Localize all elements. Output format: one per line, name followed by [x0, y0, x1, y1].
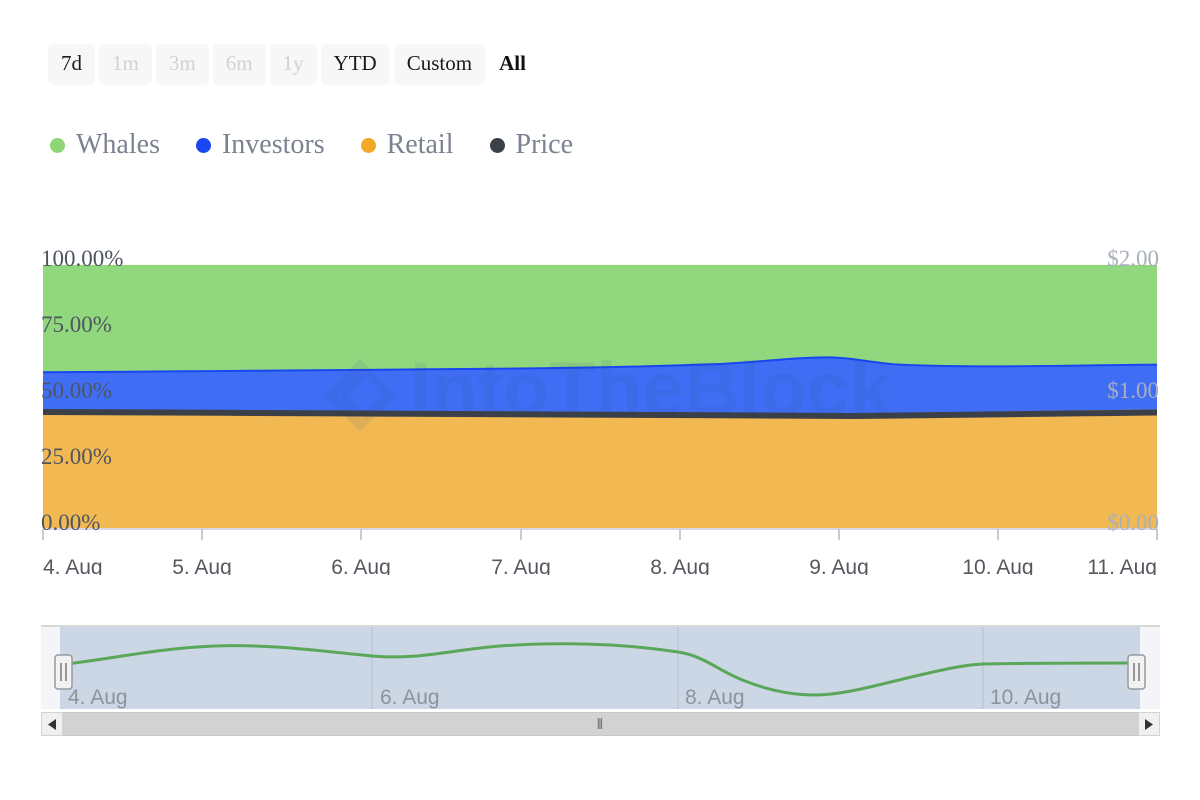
legend-dot-icon	[195, 137, 211, 153]
x-tick-6aug: 6. Aug	[331, 556, 391, 575]
nav-handle-left[interactable]	[54, 654, 73, 690]
y-tick-left-25: 25.00%	[41, 444, 112, 469]
legend-label-whales: Whales	[76, 129, 160, 160]
navigator-label-8aug: 8. Aug	[685, 686, 745, 709]
scrollbar-left-arrow[interactable]	[41, 712, 63, 736]
scrollbar-right-arrow[interactable]	[1138, 712, 1160, 736]
y-tick-left-100: 100.00%	[41, 246, 123, 271]
navigator-label-4aug: 4. Aug	[68, 686, 128, 709]
y-tick-right-2: $2.00	[1107, 246, 1159, 271]
scrollbar-track[interactable]: ⦀	[63, 712, 1138, 736]
legend-item-whales[interactable]: Whales	[50, 131, 160, 159]
triangle-left-icon	[47, 718, 56, 730]
range-button-custom[interactable]: Custom	[393, 44, 486, 85]
nav-handle-right[interactable]	[1127, 654, 1146, 690]
range-button-6m[interactable]: 6m	[212, 44, 266, 85]
chart-svg: IntoTheBlock 100.00% 75.00% 50.00% 25.00…	[41, 246, 1159, 575]
x-tick-9aug: 9. Aug	[809, 556, 869, 575]
legend-label-retail: Retail	[386, 129, 454, 160]
range-selector[interactable]: 7d 1m 3m 6m 1y YTD Custom All	[48, 44, 536, 85]
chart-legend: Whales Investors Retail Price	[50, 131, 573, 159]
range-button-1m[interactable]: 1m	[99, 44, 152, 85]
legend-label-investors: Investors	[221, 129, 325, 160]
navigator-svg: 4. Aug 6. Aug 8. Aug 10. Aug	[41, 625, 1160, 709]
chart-scrollbar[interactable]: ⦀	[41, 712, 1160, 736]
navigator-selection-mask[interactable]	[60, 627, 1140, 709]
x-tick-5aug: 5. Aug	[172, 556, 232, 575]
legend-label-price: Price	[515, 129, 574, 160]
legend-item-price[interactable]: Price	[489, 129, 574, 160]
stacked-area-chart[interactable]: IntoTheBlock 100.00% 75.00% 50.00% 25.00…	[0, 235, 1200, 575]
range-button-3m[interactable]: 3m	[155, 44, 209, 85]
chart-navigator[interactable]: 4. Aug 6. Aug 8. Aug 10. Aug	[0, 618, 1200, 718]
y-tick-left-50: 50.00%	[41, 378, 112, 403]
watermark: IntoTheBlock	[323, 347, 892, 432]
legend-dot-icon	[489, 137, 505, 153]
range-button-all[interactable]: All	[489, 44, 536, 85]
chart-x-axis	[42, 528, 1158, 540]
legend-dot-icon	[50, 137, 65, 153]
x-tick-10aug: 10. Aug	[962, 556, 1033, 575]
y-tick-left-0: 0.00%	[41, 510, 100, 535]
chart-x-tick-labels: 4. Aug 5. Aug 6. Aug 7. Aug 8. Aug 9. Au…	[43, 556, 1157, 575]
navigator-label-6aug: 6. Aug	[380, 686, 440, 709]
x-tick-4aug: 4. Aug	[43, 556, 103, 575]
y-tick-left-75: 75.00%	[41, 312, 112, 337]
scrollbar-grip-icon[interactable]: ⦀	[597, 717, 604, 731]
x-tick-8aug: 8. Aug	[650, 556, 710, 575]
legend-item-investors[interactable]: Investors	[195, 129, 325, 160]
y-tick-right-0: $0.00	[1107, 510, 1159, 535]
x-tick-7aug: 7. Aug	[491, 556, 551, 575]
legend-dot-icon	[360, 137, 376, 153]
navigator-label-10aug: 10. Aug	[990, 686, 1061, 709]
svg-text:IntoTheBlock: IntoTheBlock	[410, 347, 892, 432]
legend-item-retail[interactable]: Retail	[360, 129, 454, 160]
range-button-1y[interactable]: 1y	[269, 44, 317, 85]
triangle-right-icon	[1144, 718, 1153, 730]
range-button-7d[interactable]: 7d	[48, 44, 95, 85]
y-tick-right-1: $1.00	[1107, 378, 1159, 403]
chart-series-group: IntoTheBlock	[43, 265, 1157, 529]
x-tick-11aug: 11. Aug	[1087, 556, 1157, 575]
range-button-ytd[interactable]: YTD	[320, 44, 390, 85]
series-line-price	[43, 409, 1157, 420]
